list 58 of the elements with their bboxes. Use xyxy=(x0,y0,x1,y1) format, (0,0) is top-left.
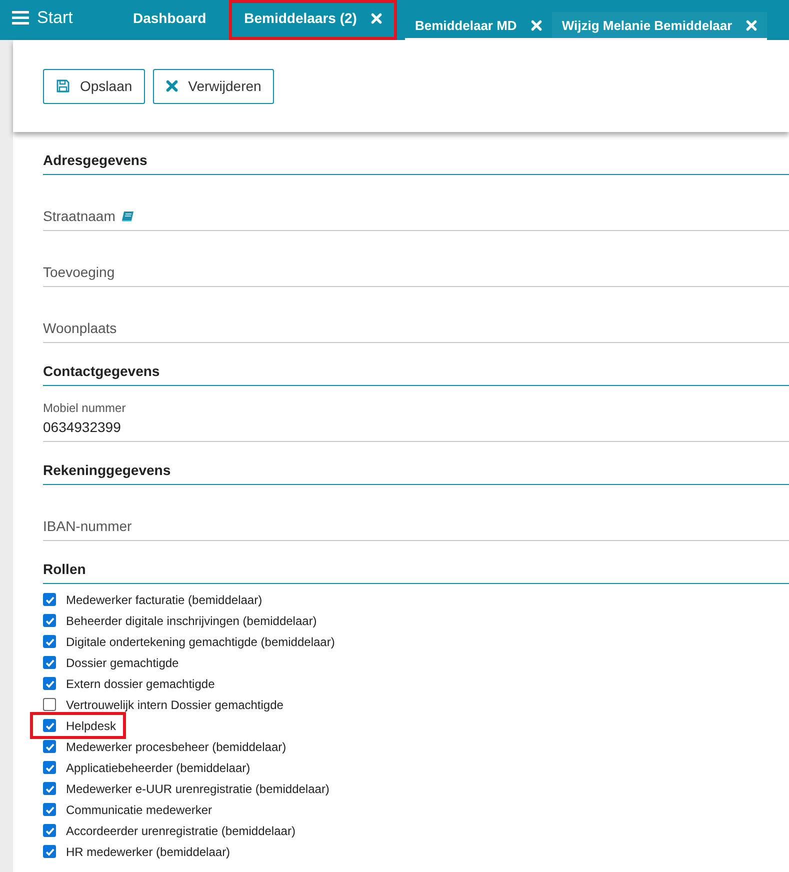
close-icon xyxy=(166,80,178,92)
input-field[interactable]: Mobiel nummer 0634932399 xyxy=(43,386,789,442)
checkbox[interactable] xyxy=(43,740,56,753)
checkbox-label: Helpdesk xyxy=(66,718,116,732)
checkbox[interactable] xyxy=(43,845,56,858)
delete-button[interactable]: Verwijderen xyxy=(153,68,274,104)
checkbox[interactable] xyxy=(43,824,56,837)
checkbox-label: Medewerker e-UUR urenregistratie (bemiddelaar) xyxy=(66,782,330,796)
field-value: 0634932399 xyxy=(43,419,122,435)
section-title: Rollen xyxy=(43,555,789,584)
field-placeholder: Woonplaats xyxy=(43,320,117,336)
checkbox-label: Vertrouwelijk intern Dossier gemachtigde xyxy=(66,698,284,712)
tab[interactable]: Bemiddelaars (2) xyxy=(229,0,397,40)
close-icon[interactable] xyxy=(530,20,542,30)
save-icon xyxy=(56,79,70,93)
input-field[interactable]: Toevoeging xyxy=(43,231,789,287)
input-field[interactable]: IBAN-nummer xyxy=(43,485,789,541)
menu-button[interactable]: Start xyxy=(0,0,118,36)
tab-label[interactable]: Dashboard xyxy=(133,10,206,26)
checkbox[interactable] xyxy=(43,593,56,606)
section-title: Rekeninggegevens xyxy=(43,456,789,485)
checkbox-label: Applicatiebeheerder (bemiddelaar) xyxy=(66,760,250,774)
field-placeholder: Toevoeging xyxy=(43,264,115,280)
tab-label[interactable]: Bemiddelaars (2) xyxy=(244,10,357,26)
checkbox-label: Medewerker facturatie (bemiddelaar) xyxy=(66,592,262,606)
close-icon[interactable] xyxy=(746,20,758,30)
checkbox-label: Beheerder digitale inschrijvingen (bemiddelaar) xyxy=(66,614,317,628)
checkbox[interactable] xyxy=(43,719,56,732)
checkbox[interactable] xyxy=(43,782,56,795)
checkbox-label: Extern dossier gemachtigde xyxy=(66,676,215,690)
book-icon[interactable] xyxy=(121,210,134,222)
field-placeholder: IBAN-nummer xyxy=(43,518,132,534)
field-label: Mobiel nummer xyxy=(43,401,127,415)
input-field[interactable]: Woonplaats xyxy=(43,287,789,343)
checkbox-label: Medewerker procesbeheer (bemiddelaar) xyxy=(66,740,286,754)
section-title: Adresgegevens xyxy=(43,146,789,175)
menu-icon xyxy=(12,11,29,25)
input-field[interactable]: Straatnaam xyxy=(43,175,789,231)
checkbox-label: Accordeerder urenregistratie (bemiddelaar) xyxy=(66,824,296,838)
checkbox[interactable] xyxy=(43,635,56,648)
tab[interactable]: Wijzig Melanie Bemiddelaar xyxy=(552,12,768,40)
checkbox-label: Communicatie medewerker xyxy=(66,802,212,816)
tab-label[interactable]: Bemiddelaar MD xyxy=(414,18,517,32)
tab[interactable]: Dashboard xyxy=(118,0,222,40)
tab-label[interactable]: Wijzig Melanie Bemiddelaar xyxy=(562,18,732,32)
checkbox[interactable] xyxy=(43,614,56,627)
checkbox-label: Dossier gemachtigde xyxy=(66,656,179,670)
checkbox[interactable] xyxy=(43,656,56,669)
section-title: Contactgegevens xyxy=(43,357,789,386)
checkbox[interactable] xyxy=(43,677,56,690)
close-icon[interactable] xyxy=(370,12,382,24)
checkbox[interactable] xyxy=(43,803,56,816)
checkbox[interactable] xyxy=(43,761,56,774)
checkbox-label: HR medewerker (bemiddelaar) xyxy=(66,844,230,858)
checkbox[interactable] xyxy=(43,698,56,711)
field-placeholder: Straatnaam xyxy=(43,208,116,224)
checkbox-label: Digitale ondertekening gemachtigde (bemiddelaar) xyxy=(66,634,335,648)
save-button[interactable]: Opslaan xyxy=(43,68,146,104)
